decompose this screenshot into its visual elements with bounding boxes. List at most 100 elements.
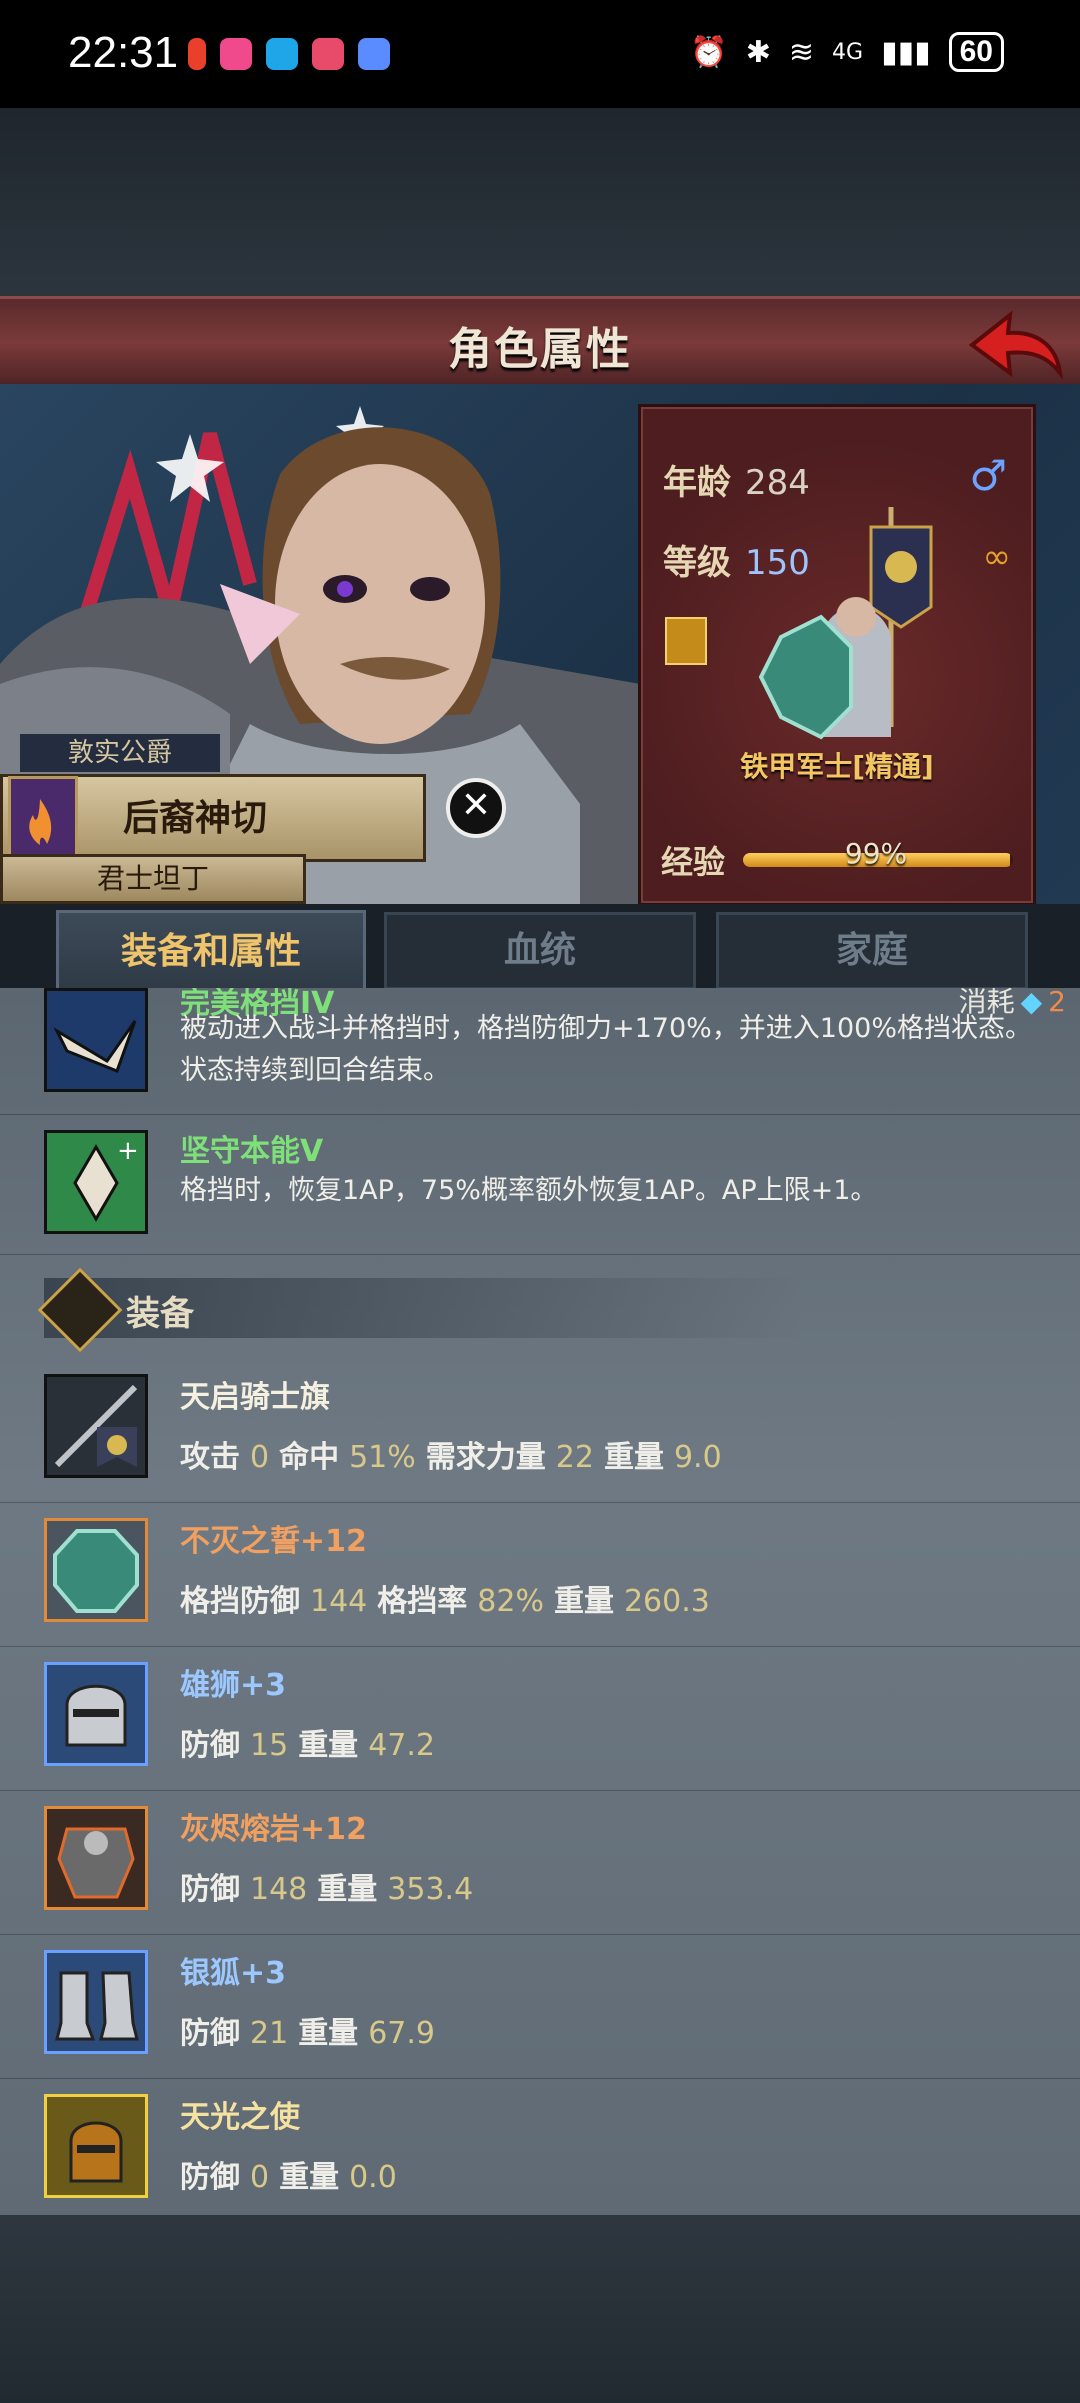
equipment-stats: 防御 0 重量 0.0 [180,2152,407,2196]
stat-label: 防御 [180,2160,240,2195]
attributes-list[interactable]: 完美格挡IV 消耗 ◆ 2 被动进入战斗并格挡时，格挡防御力+170%，并进入100… [0,988,1080,2215]
stat-value: 144 [310,1584,368,1619]
skill-description: 被动进入战斗并格挡时，格挡防御力+170%，并进入100%格挡状态。状态持续到回… [180,1013,1033,1086]
status-indicators: ⏰ ✱ ≋ 4G ▮▮▮ 60 [690,32,1004,72]
stat-label: 格挡率 [377,1584,468,1619]
title-bar: 角色属性 [0,296,1080,390]
bluetooth-icon: ✱ [745,34,771,70]
stat-value: 148 [250,1872,308,1907]
equipment-name: 银狐+3 [180,1956,287,1991]
helmet-icon [44,1662,148,1766]
stat-label: 重量 [317,1872,378,1907]
stat-value: 21 [250,2016,289,2051]
skill-name: 坚守本能V [180,1134,324,1169]
equipment-name: 灰烬熔岩+12 [180,1812,367,1847]
alarm-icon: ⏰ [690,34,728,70]
tab-bar: 装备和属性 血统 家庭 [0,904,1080,995]
stats-card: 年龄 284 ♂ 等级 150 ∞ 铁甲军士[精通] 经验 99% [638,404,1036,904]
equipment-row[interactable]: 灰烬熔岩+12 防御 148 重量 353.4 [0,1790,1080,1935]
character-subtitle: 君士坦丁 [0,854,306,904]
stat-label: 需求力量 [425,1440,546,1475]
stat-value: 47.2 [368,1728,435,1763]
equipment-row[interactable]: 天启骑士旗 攻击 0 命中 51% 需求力量 22 重量 9.0 [0,1358,1080,1503]
banner-weapon-icon [44,1374,148,1478]
equipment-stats: 格挡防御 144 格挡率 82% 重量 260.3 [180,1576,720,1620]
marriage-rings-icon[interactable]: ∞ [983,537,1011,577]
back-arrow-icon[interactable] [964,307,1064,383]
page-title: 角色属性 [448,324,632,375]
skill-row[interactable]: + 坚守本能V 格挡时，恢复1AP，75%概率额外恢复1AP。AP上限+1。 [0,1114,1080,1255]
battery-indicator: 60 [948,32,1004,72]
wifi-icon: ≋ [788,34,815,70]
stat-value: 82% [477,1584,544,1619]
stat-label: 重量 [298,2016,359,2051]
stat-label: 防御 [180,2016,240,2051]
tab-family[interactable]: 家庭 [716,912,1028,990]
class-name: 铁甲军士[精通] [740,750,934,783]
stat-label: 重量 [298,1728,359,1763]
notification-icon [266,38,298,70]
class-portrait [758,507,933,740]
status-time: 22:31 [68,28,179,77]
shield-icon [44,1518,148,1622]
rank-badge-icon[interactable] [665,617,707,665]
equipment-stats: 防御 148 重量 353.4 [180,1864,483,1908]
winged-helm-icon [44,2094,148,2198]
stat-label: 格挡防御 [180,1584,300,1619]
stat-label: 攻击 [180,1440,240,1475]
stat-label: 重量 [279,2160,340,2195]
equipment-row[interactable]: 不灭之誓+12 格挡防御 144 格挡率 82% 重量 260.3 [0,1502,1080,1647]
tab-bloodline[interactable]: 血统 [384,912,696,990]
notification-icon [220,38,252,70]
stat-label: 重量 [603,1440,664,1475]
notification-icon [188,38,206,70]
tab-equipment-attributes[interactable]: 装备和属性 [56,910,366,995]
stat-value: 0 [250,2160,270,2195]
stat-label: 命中 [279,1440,340,1475]
notification-icons [188,38,390,70]
age-label: 年龄 [663,463,731,503]
network-type: 4G [832,39,864,65]
perfect-block-skill-icon [44,988,148,1092]
equipment-row[interactable]: 银狐+3 防御 21 重量 67.9 [0,1934,1080,2079]
top-background [0,108,1080,296]
equipment-name: 雄狮+3 [180,1668,287,1703]
exp-percent: 99% [844,837,908,870]
stat-value: 67.9 [368,2016,435,2051]
stat-label: 防御 [180,1728,240,1763]
stat-value: 260.3 [623,1584,710,1619]
equipment-stats: 攻击 0 命中 51% 需求力量 22 重量 9.0 [180,1432,732,1476]
stat-value: 15 [250,1728,289,1763]
stat-value: 22 [555,1440,594,1475]
signal-icon: ▮▮▮ [881,34,931,70]
stat-value: 51% [349,1440,416,1475]
boots-icon [44,1950,148,2054]
steadfast-instinct-skill-icon: + [44,1130,148,1234]
level-label: 等级 [663,543,731,583]
notification-icon [358,38,390,70]
stat-value: 9.0 [673,1440,722,1475]
character-name: 后裔神切 [123,798,268,839]
stat-label: 重量 [553,1584,614,1619]
stat-label: 防御 [180,1872,240,1907]
stat-value: 0.0 [349,2160,397,2195]
noble-title: 敦实公爵 [20,734,220,772]
equipment-name: 不灭之誓+12 [180,1524,367,1559]
svg-text:+: + [117,1136,139,1166]
male-gender-icon: ♂ [969,451,1007,500]
equipment-stats: 防御 21 重量 67.9 [180,2008,445,2052]
status-bar: 22:31 ⏰ ✱ ≋ 4G ▮▮▮ 60 [0,0,1080,108]
bottom-background [0,2215,1080,2403]
equipment-row[interactable]: 雄狮+3 防御 15 重量 47.2 [0,1646,1080,1791]
skill-description: 格挡时，恢复1AP，75%概率额外恢复1AP。AP上限+1。 [180,1175,878,1206]
close-icon[interactable]: ✕ [446,778,506,838]
armor-icon [44,1806,148,1910]
equipment-name: 天启骑士旗 [180,1380,330,1415]
equipment-name: 天光之使 [180,2100,300,2135]
skill-row[interactable]: 完美格挡IV 消耗 ◆ 2 被动进入战斗并格挡时，格挡防御力+170%，并进入100… [0,988,1080,1115]
equipment-row[interactable]: 天光之使 防御 0 重量 0.0 [0,2078,1080,2215]
equipment-section-header: 装备 [37,1267,804,1353]
character-panel: 敦实公爵 后裔神切 君士坦丁 ✕ 年龄 284 ♂ 等级 150 ∞ 铁甲军士[精通… [0,384,1080,904]
exp-label: 经验 [661,843,726,881]
cross-icon [37,1267,123,1353]
